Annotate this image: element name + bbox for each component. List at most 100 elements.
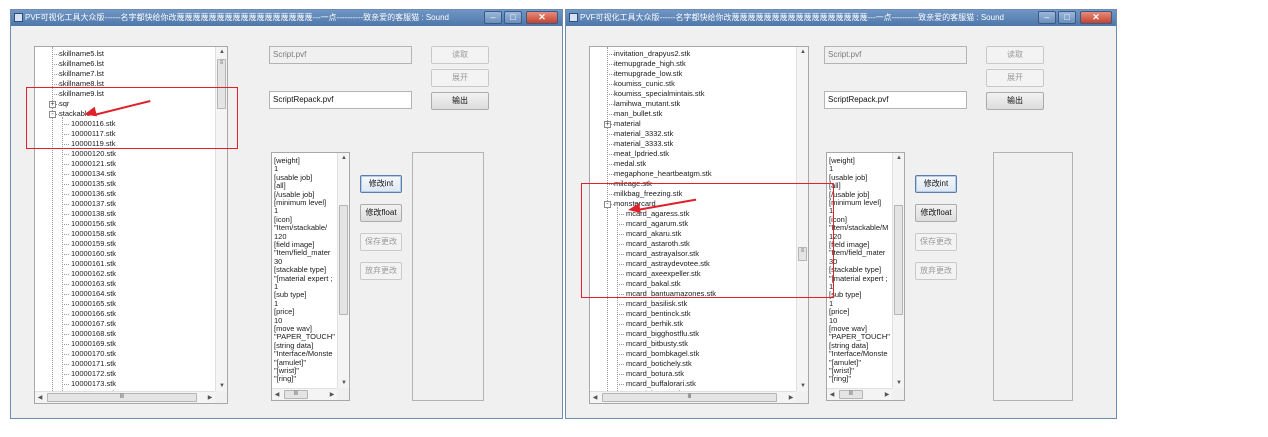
tree-item[interactable]: 10000121.stk bbox=[71, 159, 116, 169]
save-changes-button[interactable]: 保存更改 bbox=[915, 233, 957, 251]
tree-item[interactable]: mcard_bigghostflu.stk bbox=[626, 329, 699, 339]
right-props-hscrollbar[interactable]: ◀ Ⅲ ▶ bbox=[827, 388, 892, 400]
tree-item[interactable]: megaphone_heartbeatgm.stk bbox=[614, 169, 712, 179]
output-button[interactable]: 输出 bbox=[431, 92, 489, 110]
tree-item[interactable]: 10000164.stk bbox=[71, 289, 116, 299]
tree-item[interactable]: 10000156.stk bbox=[71, 219, 116, 229]
left-props-hscroll-thumb[interactable]: Ⅲ bbox=[284, 390, 308, 399]
tree-item[interactable]: lamihwa_mutant.stk bbox=[614, 99, 680, 109]
right-props-vscroll-thumb[interactable] bbox=[894, 205, 903, 315]
tree-item[interactable]: medal.stk bbox=[614, 159, 646, 169]
maximize-icon[interactable]: □ bbox=[504, 11, 522, 24]
tree-item[interactable]: itemupgrade_high.stk bbox=[614, 59, 686, 69]
scroll-left-icon[interactable]: ◀ bbox=[272, 390, 282, 400]
expand-icon[interactable]: + bbox=[604, 121, 611, 128]
tree-item[interactable]: 10000169.stk bbox=[71, 339, 116, 349]
tree-item[interactable]: meat_lpdried.stk bbox=[614, 149, 669, 159]
scroll-down-icon[interactable]: ▼ bbox=[894, 378, 904, 388]
tree-item[interactable]: 10000168.stk bbox=[71, 329, 116, 339]
tree-item[interactable]: man_bullet.stk bbox=[614, 109, 662, 119]
tree-item[interactable]: 10000160.stk bbox=[71, 249, 116, 259]
tree-item[interactable]: mcard_botichely.stk bbox=[626, 359, 692, 369]
modify-int-button[interactable]: 修改int bbox=[360, 175, 402, 193]
modify-float-button[interactable]: 修改float bbox=[915, 204, 957, 222]
scroll-up-icon[interactable]: ▲ bbox=[339, 153, 349, 163]
tree-item[interactable]: itemupgrade_low.stk bbox=[614, 69, 682, 79]
close-icon[interactable]: ✕ bbox=[526, 11, 558, 24]
output-path-field[interactable]: ScriptRepack.pvf bbox=[269, 91, 412, 109]
modify-int-button[interactable]: 修改int bbox=[915, 175, 957, 193]
tree-item[interactable]: koumiss_specialmintais.stk bbox=[614, 89, 704, 99]
minimize-icon[interactable]: – bbox=[484, 11, 502, 24]
tree-item[interactable]: material bbox=[614, 119, 641, 129]
tree-item[interactable]: mcard_bentinck.stk bbox=[626, 309, 691, 319]
scroll-up-icon[interactable]: ▲ bbox=[798, 47, 808, 57]
modify-float-button[interactable]: 修改float bbox=[360, 204, 402, 222]
tree-item[interactable]: mcard_bombkagel.stk bbox=[626, 349, 699, 359]
left-properties-list[interactable]: [weight] 1 [usable job] [all] [/usable job][… bbox=[271, 152, 350, 401]
tree-item[interactable]: skillname5.lst bbox=[59, 49, 104, 59]
left-props-vscroll-thumb[interactable] bbox=[339, 205, 348, 315]
minimize-icon[interactable]: – bbox=[1038, 11, 1056, 24]
right-titlebar[interactable]: PVF可视化工具大众版------名字都快给你改蔑蔑蔑蔑蔑蔑蔑蔑蔑蔑蔑蔑蔑蔑蔑蔑… bbox=[566, 10, 1116, 26]
tree-item[interactable]: mcard_basilisk.stk bbox=[626, 299, 687, 309]
tree-item[interactable]: 10000134.stk bbox=[71, 169, 116, 179]
output-path-field[interactable]: ScriptRepack.pvf bbox=[824, 91, 967, 109]
left-props-hscrollbar[interactable]: ◀ Ⅲ ▶ bbox=[272, 388, 337, 400]
close-icon[interactable]: ✕ bbox=[1080, 11, 1112, 24]
tree-item[interactable]: 10000120.stk bbox=[71, 149, 116, 159]
tree-item[interactable]: 10000167.stk bbox=[71, 319, 116, 329]
expand-button[interactable]: 展开 bbox=[986, 69, 1044, 87]
tree-item[interactable]: koumiss_cunic.stk bbox=[614, 79, 675, 89]
tree-item[interactable]: 10000173.stk bbox=[71, 379, 116, 389]
tree-item[interactable]: 10000158.stk bbox=[71, 229, 116, 239]
scroll-right-icon[interactable]: ▶ bbox=[882, 390, 892, 400]
tree-item[interactable]: 10000162.stk bbox=[71, 269, 116, 279]
save-changes-button[interactable]: 保存更改 bbox=[360, 233, 402, 251]
scroll-left-icon[interactable]: ◀ bbox=[35, 393, 45, 403]
tree-item[interactable]: 10000137.stk bbox=[71, 199, 116, 209]
expand-button[interactable]: 展开 bbox=[431, 69, 489, 87]
left-tree-hscrollbar[interactable]: ◀ Ⅲ ▶ bbox=[35, 391, 215, 403]
tree-item[interactable]: 10000136.stk bbox=[71, 189, 116, 199]
tree-item[interactable]: 10000135.stk bbox=[71, 179, 116, 189]
tree-item[interactable]: invitation_drapyus2.stk bbox=[614, 49, 690, 59]
tree-item[interactable]: material_3332.stk bbox=[614, 129, 673, 139]
tree-item[interactable]: 10000159.stk bbox=[71, 239, 116, 249]
scroll-left-icon[interactable]: ◀ bbox=[827, 390, 837, 400]
tree-item[interactable]: 10000163.stk bbox=[71, 279, 116, 289]
right-properties-list[interactable]: [weight] 1 [usable job] [all] [/usable job][… bbox=[826, 152, 905, 401]
scroll-up-icon[interactable]: ▲ bbox=[217, 47, 227, 57]
pvf-path-field[interactable]: Script.pvf bbox=[824, 46, 967, 64]
tree-item[interactable]: 10000171.stk bbox=[71, 359, 116, 369]
left-titlebar[interactable]: PVF可视化工具大众版------名字都快给你改蔑蔑蔑蔑蔑蔑蔑蔑蔑蔑蔑蔑蔑蔑蔑蔑… bbox=[11, 10, 562, 26]
read-button[interactable]: 读取 bbox=[986, 46, 1044, 64]
right-tree-hscrollbar[interactable]: ◀ Ⅲ ▶ bbox=[590, 391, 796, 403]
tree-item[interactable]: 10000170.stk bbox=[71, 349, 116, 359]
tree-item[interactable]: 10000161.stk bbox=[71, 259, 116, 269]
scroll-down-icon[interactable]: ▼ bbox=[217, 381, 227, 391]
scroll-down-icon[interactable]: ▼ bbox=[798, 381, 808, 391]
tree-item[interactable]: mcard_bitbusty.stk bbox=[626, 339, 688, 349]
tree-item[interactable]: skillname7.lst bbox=[59, 69, 104, 79]
scroll-up-icon[interactable]: ▲ bbox=[894, 153, 904, 163]
scroll-down-icon[interactable]: ▼ bbox=[339, 378, 349, 388]
output-button[interactable]: 输出 bbox=[986, 92, 1044, 110]
right-props-hscroll-thumb[interactable]: Ⅲ bbox=[839, 390, 863, 399]
tree-item[interactable]: material_3333.stk bbox=[614, 139, 673, 149]
tree-item[interactable]: mcard_buffalorari.stk bbox=[626, 379, 696, 389]
tree-item[interactable]: 10000138.stk bbox=[71, 209, 116, 219]
tree-item[interactable]: 10000165.stk bbox=[71, 299, 116, 309]
left-tree-hscroll-thumb[interactable]: Ⅲ bbox=[47, 393, 197, 402]
scroll-right-icon[interactable]: ▶ bbox=[327, 390, 337, 400]
tree-item[interactable]: 10000172.stk bbox=[71, 369, 116, 379]
scroll-left-icon[interactable]: ◀ bbox=[590, 393, 600, 403]
tree-item[interactable]: mcard_botura.stk bbox=[626, 369, 684, 379]
left-props-vscrollbar[interactable]: ▲ ▼ bbox=[337, 153, 349, 388]
tree-item[interactable]: skillname6.lst bbox=[59, 59, 104, 69]
discard-changes-button[interactable]: 放弃更改 bbox=[915, 262, 957, 280]
discard-changes-button[interactable]: 放弃更改 bbox=[360, 262, 402, 280]
pvf-path-field[interactable]: Script.pvf bbox=[269, 46, 412, 64]
tree-item[interactable]: 10000166.stk bbox=[71, 309, 116, 319]
right-tree-hscroll-thumb[interactable]: Ⅲ bbox=[602, 393, 777, 402]
